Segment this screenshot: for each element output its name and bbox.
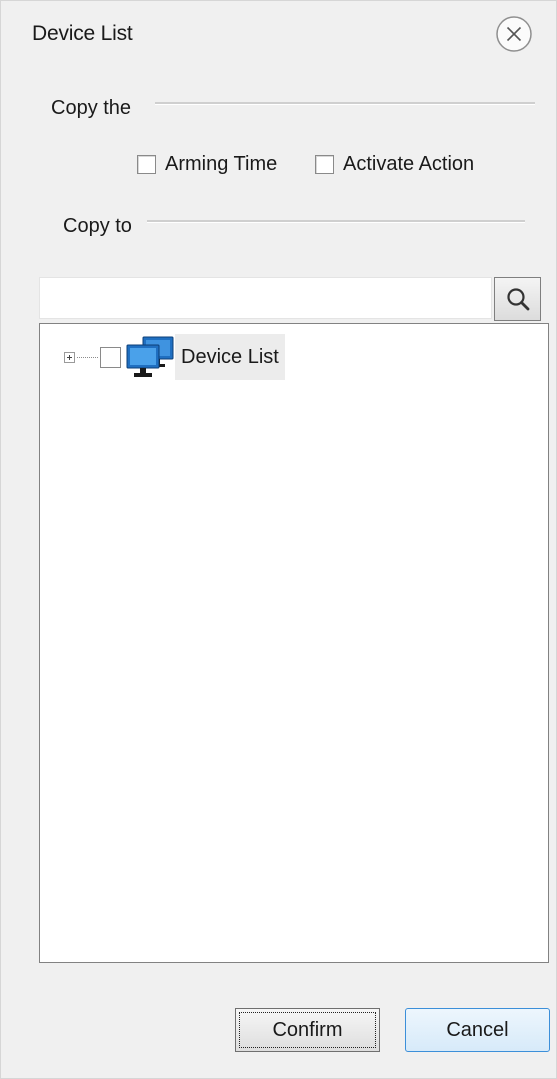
expand-plus-icon[interactable] — [64, 351, 75, 363]
cancel-button[interactable]: Cancel — [405, 1008, 550, 1052]
tree-connector — [77, 356, 98, 358]
monitors-icon — [126, 336, 174, 377]
arming-time-checkbox-box[interactable] — [137, 155, 156, 174]
copy-to-divider — [147, 220, 525, 223]
arming-time-checkbox[interactable]: Arming Time — [137, 153, 277, 176]
confirm-button[interactable]: Confirm — [235, 1008, 380, 1052]
search-icon — [506, 288, 529, 311]
close-icon — [496, 16, 532, 52]
device-tree[interactable]: Device List — [39, 323, 549, 963]
copy-the-label: Copy the — [51, 97, 132, 119]
copy-the-divider — [155, 102, 535, 105]
close-button[interactable] — [495, 15, 533, 53]
activate-action-checkbox[interactable]: Activate Action — [315, 153, 474, 176]
device-list-dialog: Device List Copy the Arming Time Activat… — [0, 0, 557, 1079]
device-list-node-checkbox[interactable] — [100, 346, 121, 368]
activate-action-label: Activate Action — [343, 153, 475, 175]
copy-to-label: Copy to — [63, 215, 132, 237]
arming-time-label: Arming Time — [165, 153, 278, 175]
title-bar: Device List — [1, 1, 556, 71]
tree-node-device-list[interactable]: Device List — [64, 334, 285, 380]
device-list-node-label[interactable]: Device List — [175, 334, 285, 380]
dialog-title: Device List — [32, 22, 133, 45]
activate-action-checkbox-box[interactable] — [315, 155, 334, 174]
search-button[interactable] — [494, 277, 541, 321]
search-input[interactable] — [39, 277, 492, 319]
